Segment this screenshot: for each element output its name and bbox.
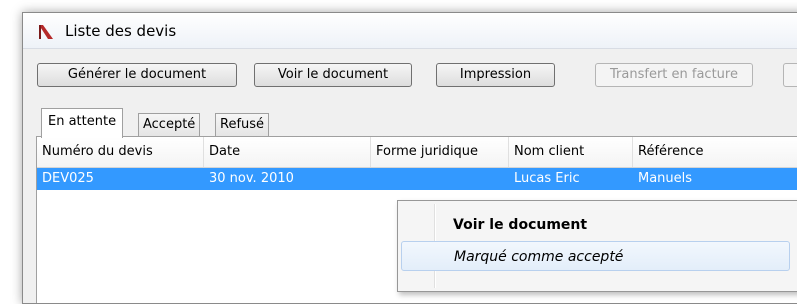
print-button[interactable]: Impression xyxy=(436,63,555,87)
title-bar: Liste des devis xyxy=(23,13,797,49)
table-header: Numéro du devis Date Forme juridique Nom… xyxy=(37,137,797,168)
column-header-numero[interactable]: Numéro du devis xyxy=(37,137,204,167)
menu-item-mark-accepted[interactable]: Marqué comme accepté xyxy=(401,241,790,271)
toolbar: Générer le document Voir le document Imp… xyxy=(23,49,797,89)
more-button[interactable] xyxy=(783,63,797,87)
column-header-reference[interactable]: Référence xyxy=(633,137,797,167)
transfer-to-invoice-button[interactable]: Transfert en facture xyxy=(595,63,753,87)
column-header-nom-client[interactable]: Nom client xyxy=(509,137,633,167)
context-menu: Voir le document Marqué comme accepté xyxy=(397,200,797,292)
table-row[interactable]: DEV025 30 nov. 2010 Lucas Eric Manuels xyxy=(37,168,797,190)
tab-accepte[interactable]: Accepté xyxy=(138,113,201,137)
window-title: Liste des devis xyxy=(65,22,177,40)
menu-item-view-document[interactable]: Voir le document xyxy=(401,210,790,240)
tab-en-attente[interactable]: En attente xyxy=(41,108,124,138)
cell-forme-juridique xyxy=(371,168,509,190)
view-document-button[interactable]: Voir le document xyxy=(254,63,412,87)
cell-nom-client: Lucas Eric xyxy=(514,171,580,186)
cell-numero: DEV025 xyxy=(42,171,94,186)
cell-reference: Manuels xyxy=(638,171,693,186)
generate-document-button[interactable]: Générer le document xyxy=(37,63,237,87)
app-logo-icon xyxy=(39,25,53,39)
column-header-forme-juridique[interactable]: Forme juridique xyxy=(371,137,509,167)
column-header-date[interactable]: Date xyxy=(204,137,371,167)
cell-date: 30 nov. 2010 xyxy=(209,171,294,186)
tab-refuse[interactable]: Refusé xyxy=(215,113,270,137)
